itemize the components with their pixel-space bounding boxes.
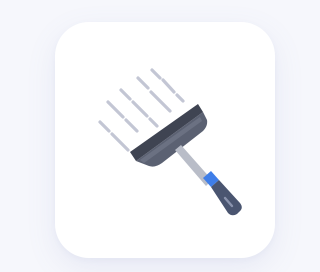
handle-grip bbox=[211, 180, 242, 216]
spray-line bbox=[149, 90, 172, 113]
spray-line bbox=[119, 88, 132, 101]
spray-line bbox=[148, 117, 159, 128]
icon-stage bbox=[0, 0, 275, 272]
spray-line bbox=[124, 118, 139, 133]
spray-line bbox=[98, 120, 111, 133]
squeegee-blade bbox=[130, 104, 208, 167]
spray-line bbox=[175, 93, 185, 103]
spray-line bbox=[110, 132, 130, 152]
spray-line bbox=[150, 68, 162, 80]
spray-line bbox=[136, 76, 150, 90]
spray-line bbox=[106, 100, 125, 119]
spray-line bbox=[131, 100, 149, 118]
spray-line bbox=[161, 78, 176, 94]
squeegee-handle bbox=[175, 145, 242, 216]
squeegee-icon bbox=[98, 68, 242, 216]
